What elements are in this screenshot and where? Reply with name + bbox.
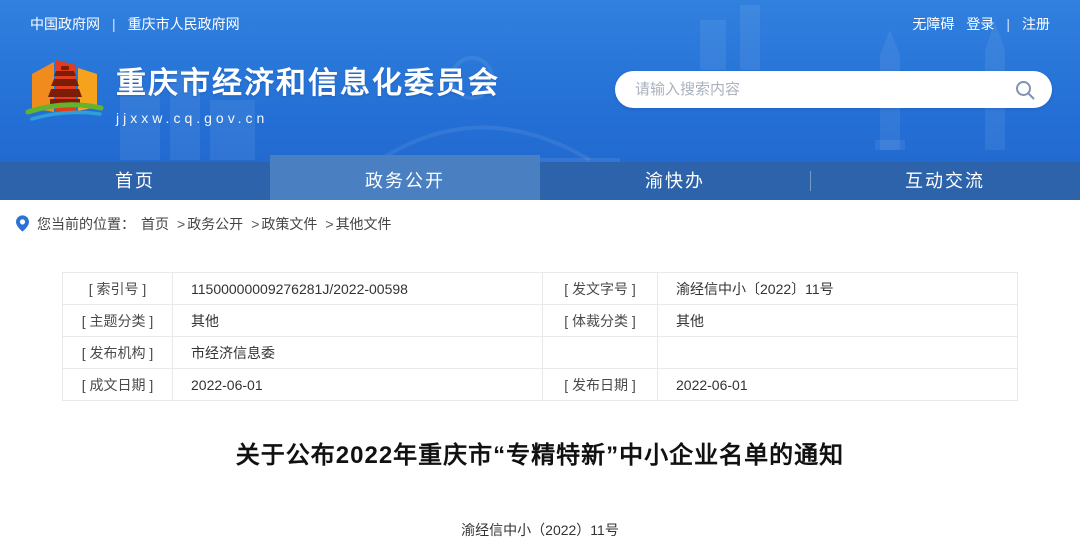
breadcrumb-item-gov-affairs[interactable]: 政务公开 [187, 214, 243, 234]
breadcrumb: 您当前的位置： 首页 > 政务公开 > 政策文件 > 其他文件 [0, 200, 1080, 247]
meta-value-empty [658, 337, 1018, 369]
table-row: [ 主题分类 ] 其他 [ 体裁分类 ] 其他 [63, 305, 1018, 337]
meta-label-genre-class: [ 体裁分类 ] [543, 305, 658, 337]
top-bar-separator: | [1006, 16, 1010, 32]
site-branding[interactable]: 重庆市经济和信息化委员会 jjxxw.cq.gov.cn [24, 52, 500, 132]
nav-item-yukuaiban[interactable]: 渝快办 [540, 162, 810, 200]
meta-value-genre-class: 其他 [658, 305, 1018, 337]
meta-value-written-date: 2022-06-01 [173, 369, 543, 401]
breadcrumb-separator: > [177, 216, 185, 232]
link-register[interactable]: 注册 [1022, 14, 1050, 34]
meta-label-empty [543, 337, 658, 369]
link-chongqing-gov[interactable]: 重庆市人民政府网 [128, 14, 240, 34]
nav-item-interaction[interactable]: 互动交流 [810, 162, 1080, 200]
site-url: jjxxw.cq.gov.cn [116, 110, 500, 126]
meta-value-index-number: 11500000009276281J/2022-00598 [173, 273, 543, 305]
article-doc-number: 渝经信中小（2022）11号 [0, 520, 1080, 540]
meta-label-doc-symbol: [ 发文字号 ] [543, 273, 658, 305]
top-link-bar: 中国政府网 | 重庆市人民政府网 无障碍 登录 | 注册 [0, 14, 1080, 34]
location-pin-icon [16, 215, 29, 232]
site-title: 重庆市经济和信息化委员会 [116, 58, 500, 102]
meta-value-issuing-org: 市经济信息委 [173, 337, 543, 369]
meta-label-publish-date: [ 发布日期 ] [543, 369, 658, 401]
nav-item-home[interactable]: 首页 [0, 162, 270, 200]
search-icon [1014, 79, 1036, 101]
meta-value-topic-class: 其他 [173, 305, 543, 337]
breadcrumb-separator: > [251, 216, 259, 232]
meta-label-index-number: [ 索引号 ] [63, 273, 173, 305]
search-button[interactable] [1012, 77, 1038, 103]
meta-label-written-date: [ 成文日期 ] [63, 369, 173, 401]
breadcrumb-item-home[interactable]: 首页 [141, 214, 169, 234]
agency-logo-icon [24, 52, 104, 132]
search-bar[interactable] [615, 71, 1052, 108]
site-header: 中国政府网 | 重庆市人民政府网 无障碍 登录 | 注册 [0, 0, 1080, 200]
document-meta-table: [ 索引号 ] 11500000009276281J/2022-00598 [ … [62, 272, 1018, 401]
article-title: 关于公布2022年重庆市“专精特新”中小企业名单的通知 [0, 435, 1080, 470]
breadcrumb-prefix: 您当前的位置： [37, 214, 135, 234]
meta-label-topic-class: [ 主题分类 ] [63, 305, 173, 337]
top-bar-separator: | [112, 16, 116, 32]
meta-label-issuing-org: [ 发布机构 ] [63, 337, 173, 369]
breadcrumb-item-other-files[interactable]: 其他文件 [336, 214, 392, 234]
link-login[interactable]: 登录 [966, 14, 994, 34]
nav-item-gov-affairs[interactable]: 政务公开 [270, 155, 540, 200]
table-row: [ 索引号 ] 11500000009276281J/2022-00598 [ … [63, 273, 1018, 305]
table-row: [ 发布机构 ] 市经济信息委 [63, 337, 1018, 369]
search-input[interactable] [635, 81, 1012, 98]
meta-value-doc-symbol: 渝经信中小〔2022〕11号 [658, 273, 1018, 305]
table-row: [ 成文日期 ] 2022-06-01 [ 发布日期 ] 2022-06-01 [63, 369, 1018, 401]
link-accessibility[interactable]: 无障碍 [912, 14, 954, 34]
breadcrumb-item-policy-files[interactable]: 政策文件 [261, 214, 317, 234]
meta-value-publish-date: 2022-06-01 [658, 369, 1018, 401]
main-nav: 首页 政务公开 渝快办 互动交流 [0, 162, 1080, 200]
breadcrumb-separator: > [325, 216, 333, 232]
link-china-gov[interactable]: 中国政府网 [30, 14, 100, 34]
